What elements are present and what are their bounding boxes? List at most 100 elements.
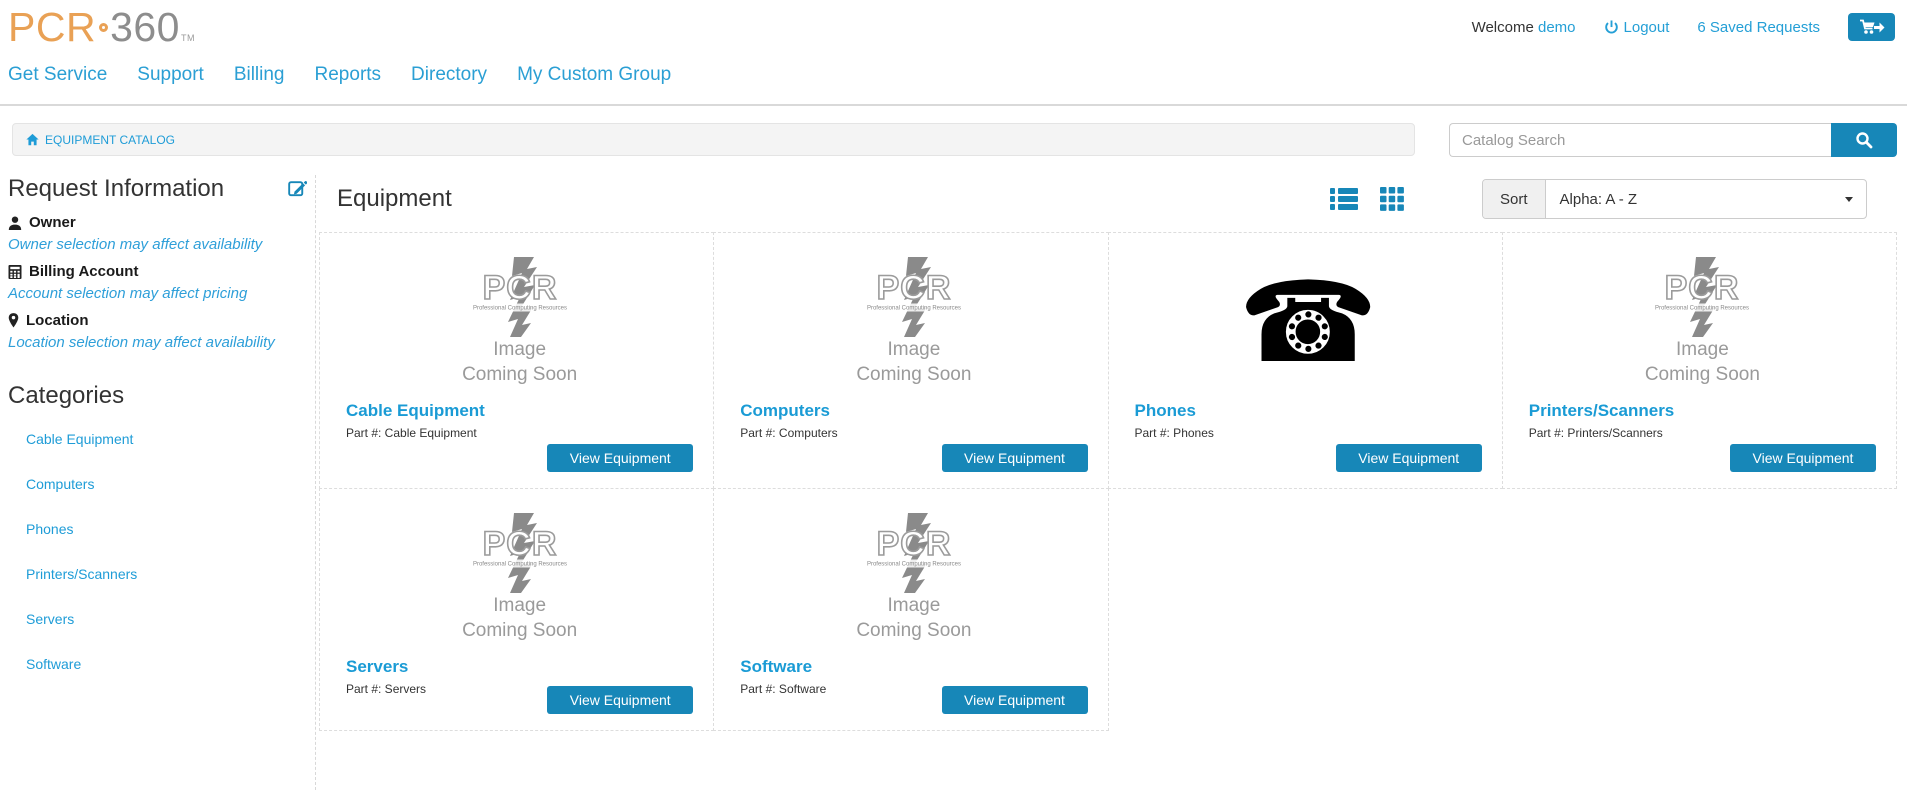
card-printers-scanners: ImageComing Soon Printers/Scanners Part … xyxy=(1502,232,1897,489)
power-icon xyxy=(1604,20,1619,35)
card-title-link[interactable]: Printers/Scanners xyxy=(1529,401,1675,421)
pcr-placeholder-image xyxy=(862,513,966,593)
pcr360-logo: PCR360TM xyxy=(8,4,195,51)
sidebar: Request Information Owner Owner selectio… xyxy=(8,175,316,790)
breadcrumb-equipment-catalog[interactable]: EQUIPMENT CATALOG xyxy=(26,133,175,147)
card-servers: ImageComing Soon Servers Part #: Servers… xyxy=(319,488,714,731)
field-owner: Owner Owner selection may affect availab… xyxy=(8,214,307,253)
sidebar-item-printers-scanners[interactable]: Printers/Scanners xyxy=(8,552,307,597)
sidebar-item-computers[interactable]: Computers xyxy=(8,462,307,507)
sidebar-item-phones[interactable]: Phones xyxy=(8,507,307,552)
view-equipment-button[interactable]: View Equipment xyxy=(547,686,693,714)
billing-account-label: Billing Account xyxy=(29,263,138,280)
breadcrumb-row: EQUIPMENT CATALOG xyxy=(12,123,1897,157)
nav-my-custom-group[interactable]: My Custom Group xyxy=(517,64,671,86)
search-button[interactable] xyxy=(1831,123,1897,157)
billing-account-icon xyxy=(8,265,22,279)
view-equipment-button[interactable]: View Equipment xyxy=(1336,444,1482,472)
card-cable-equipment: ImageComing Soon Cable Equipment Part #:… xyxy=(319,232,714,489)
card-phones: ☎ Phones Part #: Phones View Equipment xyxy=(1108,232,1503,489)
card-title-link[interactable]: Computers xyxy=(740,401,830,421)
location-label: Location xyxy=(26,312,89,329)
location-icon xyxy=(8,313,19,328)
card-part-number: Part #: Computers xyxy=(740,426,1087,440)
card-part-number: Part #: Cable Equipment xyxy=(346,426,693,440)
logo-360-text: 360 xyxy=(110,4,180,50)
welcome-label: Welcome xyxy=(1472,19,1534,36)
placeholder-line1: Image xyxy=(462,338,577,363)
user-icon xyxy=(8,216,22,230)
sort-label: Sort xyxy=(1483,180,1546,218)
card-title-link[interactable]: Cable Equipment xyxy=(346,401,485,421)
view-equipment-button[interactable]: View Equipment xyxy=(547,444,693,472)
card-title-link[interactable]: Software xyxy=(740,657,812,677)
username-link[interactable]: demo xyxy=(1538,19,1576,36)
field-location: Location Location selection may affect a… xyxy=(8,312,307,351)
location-hint: Location selection may affect availabili… xyxy=(8,334,307,351)
pcr-placeholder-image xyxy=(468,257,572,337)
logo-degree-icon xyxy=(99,23,108,32)
search-input[interactable] xyxy=(1449,123,1831,157)
placeholder-line1: Image xyxy=(1645,338,1760,363)
cart-arrow-icon xyxy=(1859,19,1885,36)
logo-tm-text: TM xyxy=(181,33,195,43)
sidebar-item-software[interactable]: Software xyxy=(8,642,307,687)
view-equipment-button[interactable]: View Equipment xyxy=(942,686,1088,714)
nav-support[interactable]: Support xyxy=(137,64,204,86)
categories-title: Categories xyxy=(8,382,307,410)
nav-get-service[interactable]: Get Service xyxy=(8,64,107,86)
chevron-down-icon xyxy=(1845,197,1853,202)
saved-requests-link[interactable]: 6 Saved Requests xyxy=(1697,19,1820,36)
logout-label: Logout xyxy=(1624,19,1670,36)
card-image: ImageComing Soon xyxy=(346,513,693,653)
nav-reports[interactable]: Reports xyxy=(315,64,382,86)
pcr-placeholder-image xyxy=(862,257,966,337)
placeholder-line1: Image xyxy=(856,594,971,619)
pcr-placeholder-image xyxy=(1650,257,1754,337)
phone-icon: ☎ xyxy=(1238,257,1378,389)
card-image: ☎ xyxy=(1135,257,1482,397)
pcr-placeholder-image xyxy=(468,513,572,593)
field-billing-account: Billing Account Account selection may af… xyxy=(8,263,307,302)
sort-control: Sort Alpha: A - Z xyxy=(1482,179,1867,219)
cart-button[interactable] xyxy=(1848,13,1895,41)
placeholder-line1: Image xyxy=(462,594,577,619)
billing-account-hint: Account selection may affect pricing xyxy=(8,285,307,302)
view-equipment-button[interactable]: View Equipment xyxy=(942,444,1088,472)
card-title-link[interactable]: Phones xyxy=(1135,401,1196,421)
placeholder-line2: Coming Soon xyxy=(462,363,577,388)
user-toolbar: Welcome demo Logout 6 Saved Requests xyxy=(1472,13,1895,41)
owner-hint: Owner selection may affect availability xyxy=(8,236,307,253)
list-view-icon[interactable] xyxy=(1330,187,1358,211)
placeholder-line2: Coming Soon xyxy=(1645,363,1760,388)
card-image: ImageComing Soon xyxy=(1529,257,1876,397)
card-image: ImageComing Soon xyxy=(346,257,693,397)
sidebar-item-cable-equipment[interactable]: Cable Equipment xyxy=(8,417,307,462)
search-icon xyxy=(1855,131,1873,149)
card-image: ImageComing Soon xyxy=(740,513,1087,653)
placeholder-line2: Coming Soon xyxy=(856,619,971,644)
breadcrumb-label: EQUIPMENT CATALOG xyxy=(45,133,175,147)
card-image: ImageComing Soon xyxy=(740,257,1087,397)
breadcrumb: EQUIPMENT CATALOG xyxy=(12,123,1415,156)
view-equipment-button[interactable]: View Equipment xyxy=(1730,444,1876,472)
main-nav: Get Service Support Billing Reports Dire… xyxy=(0,52,1907,106)
grid-view-icon[interactable] xyxy=(1380,187,1404,211)
card-part-number: Part #: Phones xyxy=(1135,426,1482,440)
nav-directory[interactable]: Directory xyxy=(411,64,487,86)
catalog-search-group xyxy=(1449,123,1897,157)
view-toggle xyxy=(1330,187,1404,211)
nav-billing[interactable]: Billing xyxy=(234,64,285,86)
main-panel: Equipment Sort Alpha: A - Z xyxy=(316,175,1897,790)
sidebar-item-servers[interactable]: Servers xyxy=(8,597,307,642)
edit-request-icon[interactable] xyxy=(288,178,307,202)
card-computers: ImageComing Soon Computers Part #: Compu… xyxy=(713,232,1108,489)
home-icon xyxy=(26,133,39,146)
card-title-link[interactable]: Servers xyxy=(346,657,408,677)
sort-value: Alpha: A - Z xyxy=(1560,191,1638,208)
sort-dropdown[interactable]: Alpha: A - Z xyxy=(1546,180,1866,218)
card-software: ImageComing Soon Software Part #: Softwa… xyxy=(713,488,1108,731)
placeholder-line2: Coming Soon xyxy=(856,363,971,388)
logout-link[interactable]: Logout xyxy=(1604,19,1670,36)
welcome-text: Welcome demo xyxy=(1472,19,1576,36)
